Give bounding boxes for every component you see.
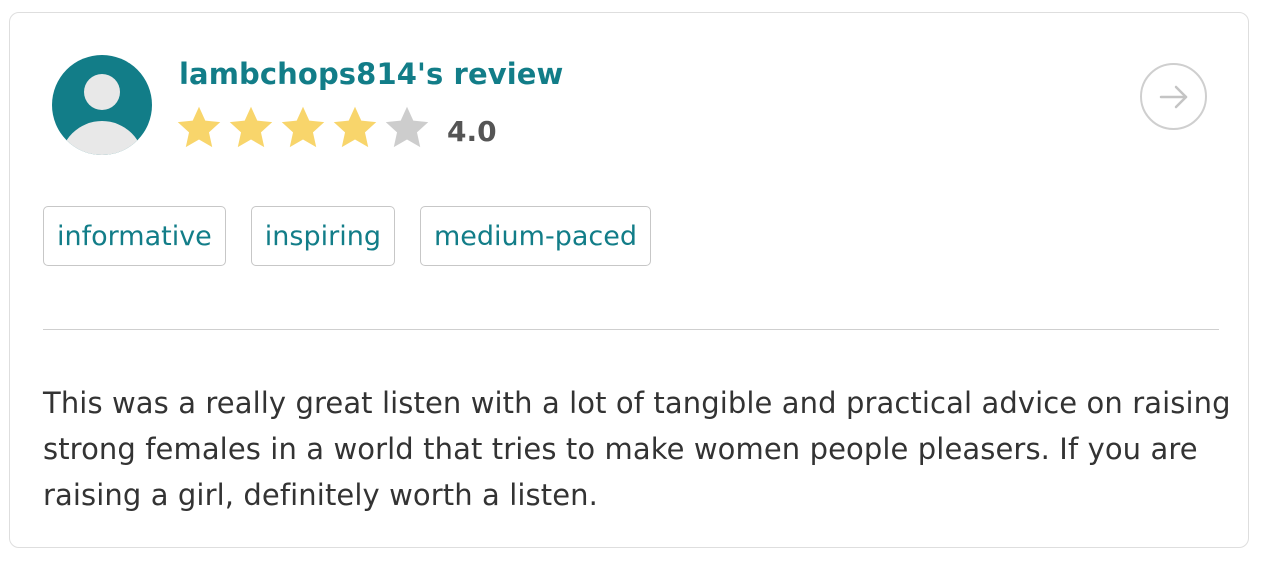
avatar-head	[84, 74, 120, 110]
review-card: lambchops814's review 4.0 informative in…	[9, 12, 1249, 548]
star-rating	[173, 102, 433, 154]
star-icon	[229, 106, 273, 148]
divider	[43, 329, 1219, 330]
review-text: This was a really great listen with a lo…	[43, 386, 1231, 512]
tag-medium-paced[interactable]: medium-paced	[419, 206, 651, 266]
next-button[interactable]	[1140, 63, 1207, 130]
tag-informative[interactable]: informative	[43, 206, 226, 266]
tag-inspiring[interactable]: inspiring	[250, 206, 395, 266]
star-icon	[281, 106, 325, 148]
review-title[interactable]: lambchops814's review	[179, 57, 563, 91]
star-icon	[385, 106, 429, 148]
tag-list: informative inspiring medium-paced	[43, 206, 651, 266]
arrow-right-icon	[1159, 85, 1187, 108]
user-avatar-icon[interactable]	[52, 55, 152, 155]
star-icon	[333, 106, 377, 148]
avatar-body	[60, 121, 144, 155]
rating-value: 4.0	[447, 115, 497, 148]
star-icon	[177, 106, 221, 148]
